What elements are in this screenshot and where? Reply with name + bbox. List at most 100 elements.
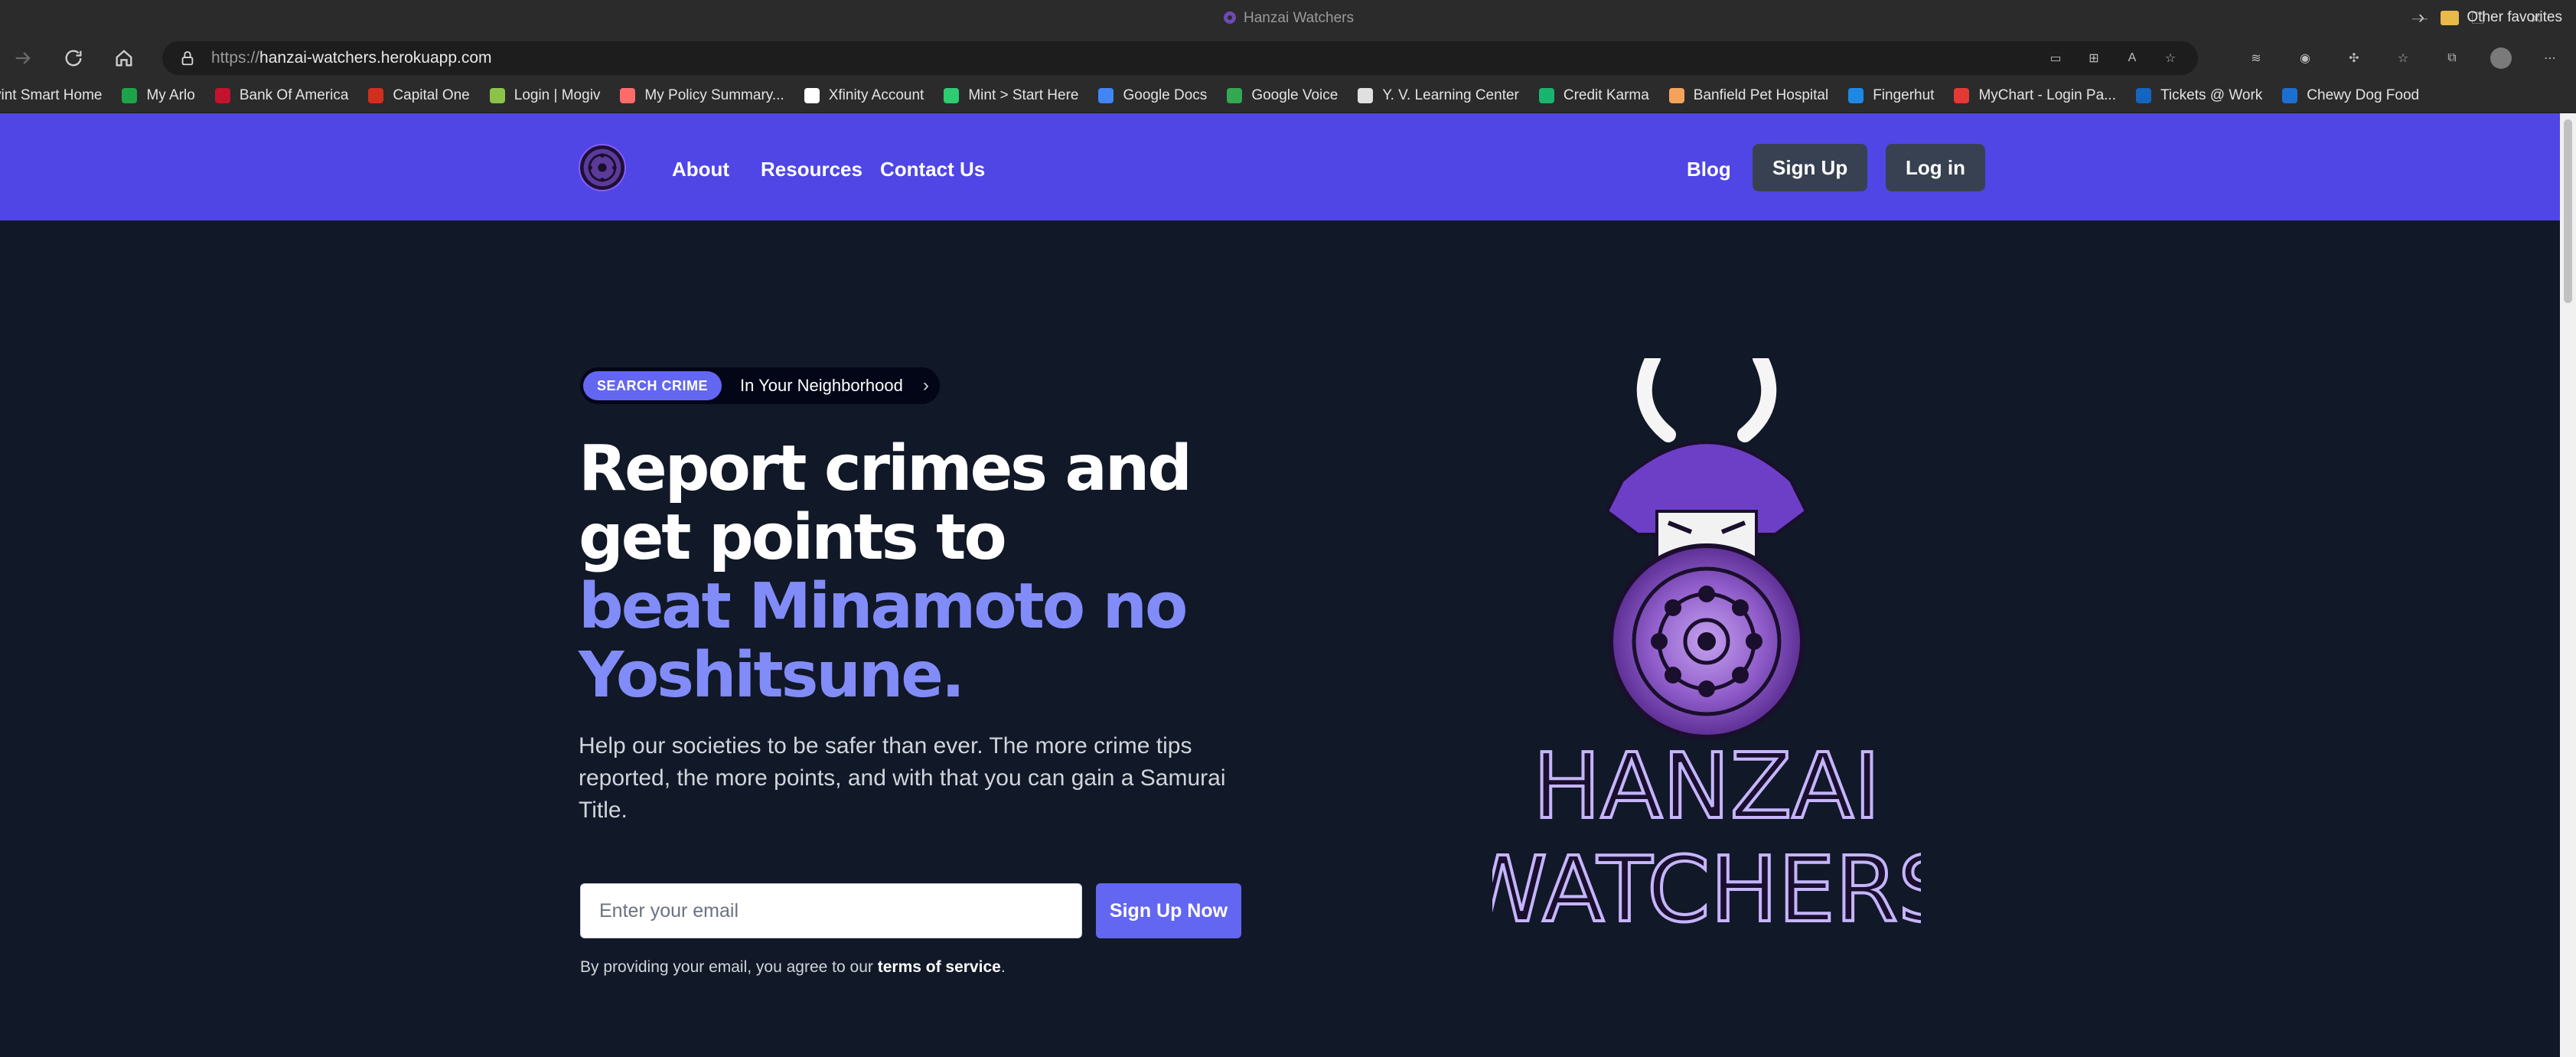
bookmark-favicon-icon [1668, 87, 1684, 103]
bookmark-label: Fingerhut [1873, 86, 1935, 103]
bookmark-favicon-icon [1848, 87, 1864, 103]
sign-up-now-button[interactable]: Sign Up Now [1096, 883, 1241, 938]
bookmark-favicon-icon [368, 87, 384, 103]
bookmark-label: Credit Karma [1563, 86, 1649, 103]
bookmark-item[interactable]: Y. V. Learning Center [1358, 87, 1519, 104]
nav-resources[interactable]: Resources [761, 158, 862, 181]
bookmark-label: My Arlo [146, 86, 195, 103]
bookmark-favicon-icon [620, 87, 636, 103]
bookmark-favicon-icon [1954, 87, 1970, 103]
chevron-right-icon[interactable]: › [2418, 7, 2424, 28]
page-scrollbar[interactable] [2560, 113, 2576, 1057]
bookmark-item[interactable]: Login | Mogiv [489, 86, 601, 104]
apps-icon[interactable]: ⊞ [2083, 47, 2105, 69]
bookmark-item[interactable]: Banfield Pet Hospital [1668, 86, 1829, 104]
bookmark-item[interactable]: Fingerhut [1848, 87, 1934, 104]
bookmark-label: vint Smart Home [0, 86, 103, 103]
bookmark-label: Capital One [393, 86, 470, 103]
url-text: https://hanzai-watchers.herokuapp.com [211, 49, 492, 67]
bookmark-favicon-icon [122, 87, 138, 103]
forward-icon[interactable] [0, 40, 46, 77]
bookmark-label: MyChart - Login Pa... [1978, 86, 2116, 103]
bookmark-favicon-icon [1538, 87, 1554, 103]
more-icon[interactable]: ⋯ [2539, 47, 2561, 69]
bookmark-item[interactable]: Mint > Start Here [944, 87, 1078, 104]
bookmark-item[interactable]: Tickets @ Work [2136, 87, 2262, 104]
bookmarks-bar: vint Smart Home My Arlo Bank Of America Cap… [0, 78, 2576, 113]
home-icon[interactable] [101, 40, 147, 77]
read-aloud-icon[interactable]: A [2121, 47, 2143, 69]
bookmark-label: Y. V. Learning Center [1382, 86, 1519, 103]
email-input[interactable] [580, 883, 1082, 938]
bookmark-favicon-icon [1358, 87, 1374, 103]
web-page: About Resources Contact Us Blog Sign Up … [0, 113, 2560, 1057]
badge-pill: SEARCH CRIME [583, 371, 722, 400]
bookmark-label: Bank Of America [239, 86, 349, 103]
bookmark-item[interactable]: vint Smart Home [0, 87, 102, 104]
bookmark-item[interactable]: My Arlo [122, 86, 195, 104]
site-logo[interactable] [579, 144, 626, 191]
bookmark-favicon-icon [2282, 87, 2298, 103]
bookmark-favicon-icon [944, 87, 960, 103]
site-favicon-icon [1224, 11, 1237, 24]
favorite-star-icon[interactable]: ☆ [2160, 47, 2181, 69]
refresh-icon[interactable] [51, 40, 96, 77]
bookmark-favicon-icon [214, 87, 230, 103]
scrollbar-thumb[interactable] [2564, 119, 2572, 303]
site-navbar: About Resources Contact Us Blog Sign Up … [0, 113, 2560, 220]
address-bar[interactable]: https://hanzai-watchers.herokuapp.com ▭ … [162, 41, 2198, 75]
bookmark-item[interactable]: MyChart - Login Pa... [1954, 87, 2116, 104]
puzzle-icon[interactable]: ✣ [2343, 47, 2365, 69]
other-favorites[interactable]: Other favorites [2441, 9, 2562, 26]
bookmark-label: Tickets @ Work [2160, 86, 2263, 103]
folder-icon [2441, 10, 2460, 25]
bookmark-label: Login | Mogiv [514, 86, 601, 103]
hero-headline: Report crimes and get points to beat Min… [579, 432, 1192, 712]
nav-blog[interactable]: Blog [1687, 158, 1731, 181]
bookmark-item[interactable]: Bank Of America [214, 86, 349, 104]
bookmark-item[interactable]: Xfinity Account [804, 87, 924, 104]
browser-title-bar: Hanzai Watchers — ❐ ✕ [0, 0, 2576, 38]
badge-text: In Your Neighborhood [740, 376, 903, 395]
extension-icon[interactable]: ≋ [2245, 47, 2267, 69]
signup-button[interactable]: Sign Up [1753, 144, 1868, 191]
bookmark-favicon-icon [1227, 87, 1243, 103]
wordmark-line1: HANZAI [1533, 733, 1880, 839]
window-title: Hanzai Watchers [1244, 10, 1354, 26]
lock-icon [181, 51, 194, 66]
bookmark-item[interactable]: Google Voice [1227, 87, 1338, 104]
chevron-right-icon: › [922, 375, 929, 396]
bookmark-favicon-icon [804, 87, 820, 103]
bookmark-favicon-icon [2136, 87, 2151, 103]
nav-about[interactable]: About [672, 158, 729, 181]
search-crime-badge[interactable]: SEARCH CRIME In Your Neighborhood › [580, 367, 940, 404]
bookmark-label: Banfield Pet Hospital [1693, 86, 1829, 103]
bookmark-label: Google Voice [1251, 86, 1339, 103]
bookmark-label: My Policy Summary... [644, 86, 784, 103]
bookmark-favicon-icon [1098, 87, 1114, 103]
cast-icon[interactable]: ▭ [2045, 47, 2066, 69]
terms-text: By providing your email, you agree to ou… [580, 958, 1006, 976]
hanzai-watchers-illustration: HANZAI WATCHERS [1492, 358, 1921, 944]
bookmark-item[interactable]: Google Docs [1098, 87, 1207, 104]
emblem-orb-icon [1609, 543, 1805, 739]
bookmark-item[interactable]: Chewy Dog Food [2282, 87, 2419, 104]
account-icon[interactable]: ◉ [2294, 47, 2316, 69]
bookmark-label: Mint > Start Here [968, 86, 1079, 103]
nav-contact-us[interactable]: Contact Us [880, 158, 985, 181]
favorites-icon[interactable]: ☆ [2392, 47, 2414, 69]
bookmark-label: Chewy Dog Food [2307, 86, 2420, 103]
bookmark-item[interactable]: Credit Karma [1538, 86, 1649, 104]
login-button[interactable]: Log in [1886, 144, 1985, 191]
wordmark-line2: WATCHERS [1492, 837, 1921, 942]
terms-of-service-link[interactable]: terms of service [878, 958, 1001, 976]
profile-avatar[interactable] [2490, 47, 2512, 69]
browser-toolbar: https://hanzai-watchers.herokuapp.com ▭ … [0, 38, 2576, 78]
bookmark-item[interactable]: Capital One [368, 86, 470, 104]
collections-icon[interactable]: ⧉ [2441, 47, 2463, 69]
bookmark-item[interactable]: My Policy Summary... [620, 87, 784, 104]
bookmark-label: Google Docs [1123, 86, 1208, 103]
hero-lead-text: Help our societies to be safer than ever… [579, 733, 1226, 823]
bookmark-favicon-icon [489, 87, 505, 103]
bookmark-label: Xfinity Account [828, 86, 924, 103]
